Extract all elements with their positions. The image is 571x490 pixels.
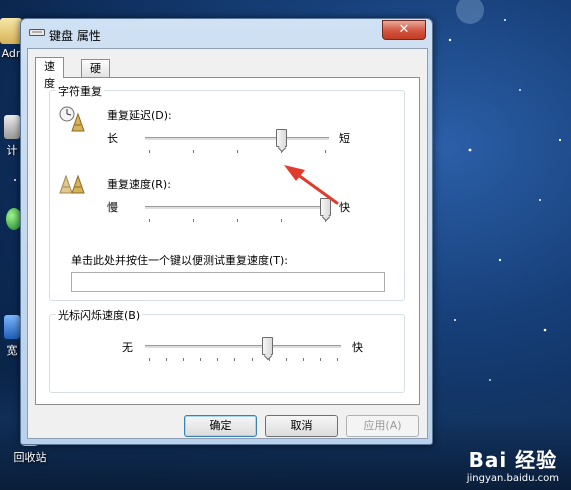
annotation-arrow: [284, 165, 339, 205]
watermark-url: jingyan.baidu.com: [466, 473, 559, 484]
tab-speed[interactable]: 速度: [35, 57, 64, 90]
baidu-watermark: Bai 经验 jingyan.baidu.com: [467, 444, 559, 484]
watermark-logo: Bai 经验: [468, 448, 558, 472]
